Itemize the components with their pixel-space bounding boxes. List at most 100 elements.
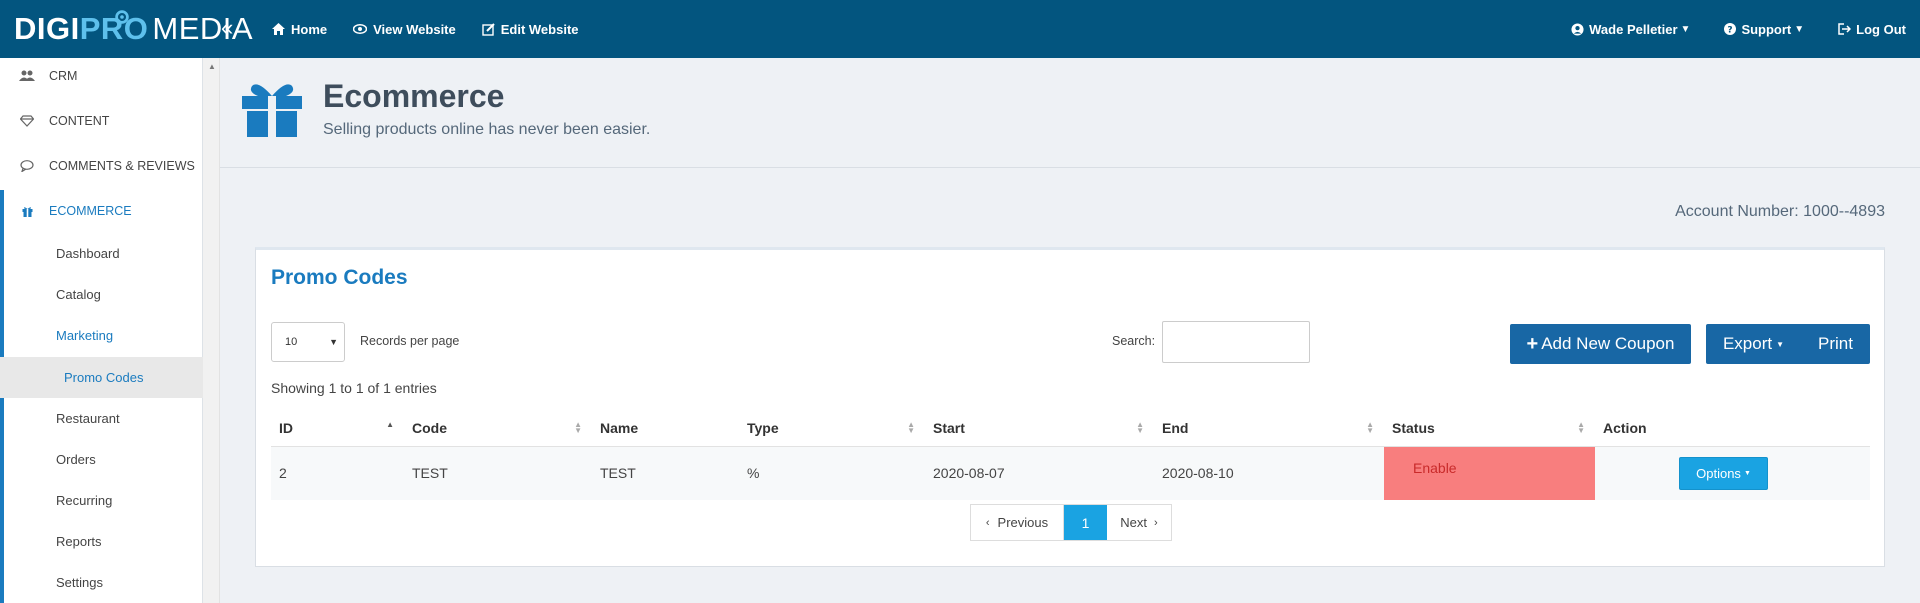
export-button[interactable]: Export ▼: [1706, 324, 1801, 364]
diamond-icon: [19, 113, 35, 129]
svg-text:?: ?: [1728, 26, 1733, 36]
records-per-page-select[interactable]: 10 ▼: [271, 322, 345, 362]
entries-info: Showing 1 to 1 of 1 entries: [271, 380, 437, 396]
column-header-id[interactable]: ID ▲: [271, 410, 404, 447]
chevron-down-icon: ▼: [1794, 23, 1805, 35]
sidebar-item-label: CRM: [49, 69, 78, 83]
column-header-label: Start: [933, 419, 965, 436]
cell-status: Enable: [1384, 446, 1595, 500]
sidebar: CRM CONTENT COMMENTS & REVIEWS ECOMMERCE…: [0, 58, 203, 603]
export-print-button-group: Export ▼ Print: [1706, 324, 1870, 364]
support-label: Support: [1741, 21, 1792, 37]
sort-asc-icon: ▲: [386, 420, 394, 429]
sidebar-subitem-marketing[interactable]: Marketing: [0, 315, 203, 356]
sidebar-subitem-catalog[interactable]: Catalog: [0, 274, 203, 315]
options-label: Options: [1696, 465, 1741, 481]
logo-text-digi: DIGI: [14, 11, 80, 46]
sidebar-subitem-orders[interactable]: Orders: [0, 439, 203, 480]
plus-icon: +: [1526, 332, 1539, 355]
column-header-status[interactable]: Status ▲ ▼: [1384, 410, 1595, 447]
caret-down-icon: ▼: [1743, 469, 1751, 477]
support-menu[interactable]: ? Support ▼: [1724, 22, 1804, 37]
sidebar-subitem-promo-codes[interactable]: Promo Codes: [0, 357, 203, 398]
sort-icon: ▲ ▼: [1136, 420, 1144, 435]
column-header-name[interactable]: Name: [592, 410, 739, 447]
eye-icon: [353, 24, 368, 34]
column-header-end[interactable]: End ▲ ▼: [1154, 410, 1384, 447]
edit-icon: [482, 22, 495, 36]
add-new-coupon-label: Add New Coupon: [1541, 334, 1675, 353]
table-row: 2 TEST TEST % 2020-08-07 2020-08-10 Enab…: [271, 446, 1870, 500]
nav-edit-website-label: Edit Website: [500, 21, 579, 37]
top-navbar: DIGI PRO MEDIA « Home View Website Edit We…: [0, 0, 1920, 58]
column-header-label: Status: [1392, 419, 1435, 436]
chevron-left-icon: ‹: [985, 516, 990, 529]
home-icon: [272, 23, 285, 35]
options-button[interactable]: Options ▼: [1679, 456, 1768, 490]
search-label: Search:: [1112, 334, 1156, 348]
collapse-sidebar-icon[interactable]: «: [221, 17, 233, 39]
sidebar-item-content[interactable]: CONTENT: [0, 103, 203, 139]
column-header-label: Name: [600, 419, 639, 436]
panel-title: Promo Codes: [271, 266, 408, 289]
cell-end: 2020-08-10: [1154, 446, 1384, 500]
column-header-type[interactable]: Type ▲ ▼: [739, 410, 925, 447]
print-button[interactable]: Print: [1801, 324, 1870, 364]
sort-icon: ▲ ▼: [1577, 420, 1585, 435]
page-title: Ecommerce: [323, 78, 505, 114]
column-header-label: Action: [1603, 419, 1647, 436]
sidebar-subitem-restaurant[interactable]: Restaurant: [0, 398, 203, 439]
pagination-next[interactable]: Next ›: [1107, 505, 1171, 540]
sidebar-item-label: CONTENT: [49, 114, 110, 128]
sidebar-scrollbar[interactable]: ▲: [203, 58, 220, 603]
table-header-row: ID ▲ Code ▲ ▼ Name Type ▲ ▼ Start ▲ ▼ End ▲ ▼ Sta…: [271, 410, 1870, 447]
sidebar-subitem-recurring[interactable]: Recurring: [0, 480, 203, 521]
cell-action: Options ▼: [1595, 446, 1870, 500]
export-label: Export: [1722, 334, 1773, 353]
search-input[interactable]: [1162, 321, 1310, 363]
sidebar-item-ecommerce[interactable]: ECOMMERCE: [0, 193, 203, 229]
chevron-right-icon: ›: [1154, 516, 1158, 529]
nav-home[interactable]: Home: [272, 22, 327, 37]
logo-text-media: MEDIA: [152, 11, 254, 46]
logo[interactable]: DIGI PRO MEDIA: [14, 10, 253, 48]
sidebar-subitem-settings[interactable]: Settings: [0, 562, 203, 603]
column-header-start[interactable]: Start ▲ ▼: [925, 410, 1154, 447]
caret-down-icon: ▼: [1776, 339, 1785, 349]
column-header-code[interactable]: Code ▲ ▼: [404, 410, 592, 447]
nav-edit-website[interactable]: Edit Website: [482, 22, 579, 37]
column-header-label: Code: [412, 419, 447, 436]
status-badge: Enable: [1413, 460, 1457, 477]
logout-label: Log Out: [1856, 21, 1906, 37]
question-circle-icon: ?: [1724, 23, 1737, 36]
sidebar-item-comments-reviews[interactable]: COMMENTS & REVIEWS: [0, 148, 203, 184]
scroll-up-arrow-icon[interactable]: ▲: [208, 62, 216, 71]
page-subtitle: Selling products online has never been e…: [323, 121, 651, 138]
sidebar-subitem-reports[interactable]: Reports: [0, 521, 203, 562]
caret-down-icon: ▼: [329, 337, 338, 347]
nav-view-website[interactable]: View Website: [353, 22, 456, 37]
gift-icon: [19, 203, 35, 219]
sidebar-item-label: COMMENTS & REVIEWS: [49, 159, 195, 173]
add-new-coupon-button[interactable]: + Add New Coupon: [1510, 324, 1691, 364]
cell-name: TEST: [592, 446, 739, 500]
user-menu[interactable]: Wade Pelletier ▼: [1571, 22, 1690, 37]
sort-icon: ▲ ▼: [907, 420, 915, 435]
comment-icon: [19, 158, 35, 174]
nav-home-label: Home: [291, 21, 328, 37]
pagination: ‹ Previous 1 Next ›: [970, 504, 1172, 541]
cell-type: %: [739, 446, 925, 500]
logout-link[interactable]: Log Out: [1838, 22, 1906, 37]
sort-icon: ▲ ▼: [574, 420, 582, 435]
page-header: Ecommerce Selling products online has ne…: [220, 58, 1920, 168]
pagination-previous[interactable]: ‹ Previous: [971, 505, 1064, 540]
sidebar-item-crm[interactable]: CRM: [0, 58, 203, 94]
pagination-page[interactable]: 1: [1064, 505, 1107, 540]
column-header-action: Action: [1595, 410, 1870, 447]
pagination-next-label: Next: [1120, 515, 1148, 530]
sidebar-subitem-dashboard[interactable]: Dashboard: [0, 233, 203, 274]
records-per-page-label: Records per page: [360, 334, 460, 348]
user-name: Wade Pelletier: [1589, 21, 1678, 37]
column-header-label: End: [1162, 419, 1189, 436]
sidebar-item-label: ECOMMERCE: [49, 204, 132, 218]
